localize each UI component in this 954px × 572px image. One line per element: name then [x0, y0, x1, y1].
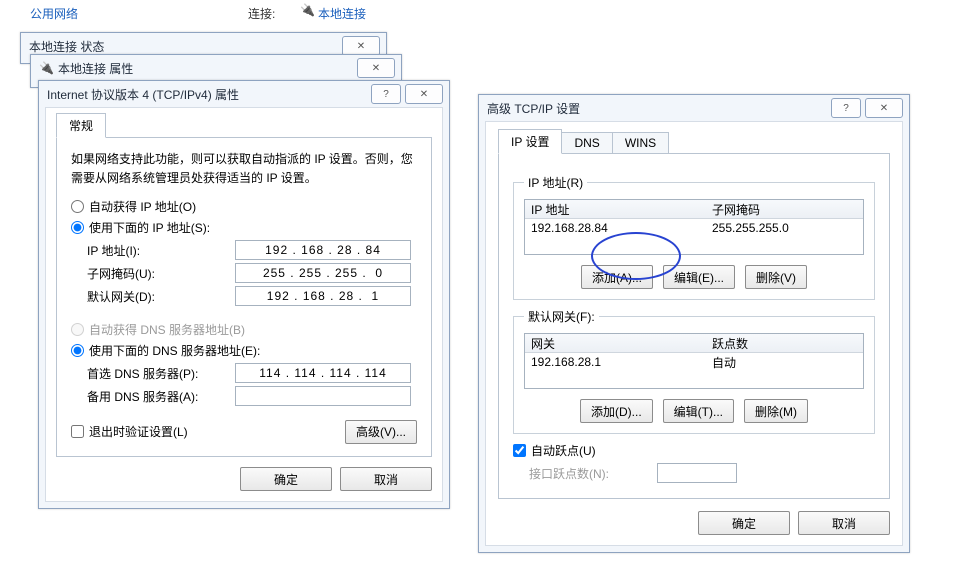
btn-cancel[interactable]: 取消	[340, 467, 432, 491]
win-status-title: 本地连接 状态	[29, 38, 104, 55]
ipv4-dialog: Internet 协议版本 4 (TCP/IPv4) 属性 ? ✕ 常规 如果网…	[38, 80, 450, 509]
table-row[interactable]: 192.168.28.1 自动	[525, 353, 863, 371]
cell-metric: 自动	[706, 354, 863, 371]
radio-auto-ip[interactable]	[71, 200, 84, 213]
dns1-input[interactable]	[235, 363, 411, 383]
col-metric: 跃点数	[706, 335, 863, 352]
radio-manual-dns[interactable]	[71, 344, 84, 357]
btn-advanced[interactable]: 高级(V)...	[345, 420, 417, 444]
help-icon[interactable]: ?	[371, 84, 401, 104]
tab-dns[interactable]: DNS	[561, 132, 612, 154]
chk-validate[interactable]	[71, 425, 84, 438]
help-icon[interactable]: ?	[831, 98, 861, 118]
ipv4-intro: 如果网络支持此功能，则可以获取自动指派的 IP 设置。否则，您需要从网络系统管理…	[71, 150, 417, 188]
btn-gw-delete[interactable]: 删除(M)	[744, 399, 808, 423]
close-icon[interactable]: ✕	[865, 98, 903, 118]
btn-gw-add[interactable]: 添加(D)...	[580, 399, 653, 423]
win-props-title: 本地连接 属性	[58, 60, 133, 77]
col-ip: IP 地址	[525, 201, 706, 218]
lbl-dns1: 首选 DNS 服务器(P):	[87, 365, 227, 382]
chk-auto-metric-label: 自动跃点(U)	[531, 442, 596, 459]
ip-table[interactable]: IP 地址 子网掩码 192.168.28.84 255.255.255.0	[524, 199, 864, 255]
col-gw: 网关	[525, 335, 706, 352]
col-mask: 子网掩码	[706, 201, 863, 218]
lbl-mask: 子网掩码(U):	[87, 265, 227, 282]
ipv4-title: Internet 协议版本 4 (TCP/IPv4) 属性	[47, 86, 239, 103]
group-gw-legend: 默认网关(F):	[524, 308, 599, 325]
radio-auto-ip-label: 自动获得 IP 地址(O)	[89, 198, 196, 215]
lbl-dns2: 备用 DNS 服务器(A):	[87, 388, 227, 405]
gateway-input[interactable]	[235, 286, 411, 306]
btn-ip-add[interactable]: 添加(A)...	[581, 265, 653, 289]
table-row[interactable]: 192.168.28.84 255.255.255.0	[525, 219, 863, 237]
lbl-gw: 默认网关(D):	[87, 288, 227, 305]
close-icon[interactable]: ✕	[357, 58, 395, 78]
btn-ip-delete[interactable]: 删除(V)	[745, 265, 807, 289]
btn-ok[interactable]: 确定	[698, 511, 790, 535]
lbl-ip: IP 地址(I):	[87, 242, 227, 259]
mask-input[interactable]	[235, 263, 411, 283]
btn-ok[interactable]: 确定	[240, 467, 332, 491]
radio-manual-ip[interactable]	[71, 221, 84, 234]
btn-gw-edit[interactable]: 编辑(T)...	[663, 399, 734, 423]
ip-input[interactable]	[235, 240, 411, 260]
cell-gw: 192.168.28.1	[525, 355, 706, 369]
advanced-dialog: 高级 TCP/IP 设置 ? ✕ IP 设置 DNS WINS IP 地址(R)…	[478, 94, 910, 553]
advanced-title: 高级 TCP/IP 设置	[487, 100, 580, 117]
plug-icon: 🔌	[300, 3, 315, 17]
radio-auto-dns	[71, 323, 84, 336]
btn-ip-edit[interactable]: 编辑(E)...	[663, 265, 735, 289]
plug-icon: 🔌	[39, 61, 54, 75]
dns2-input[interactable]	[235, 386, 411, 406]
gw-table[interactable]: 网关 跃点数 192.168.28.1 自动	[524, 333, 864, 389]
chk-validate-label: 退出时验证设置(L)	[89, 423, 188, 440]
cell-ip: 192.168.28.84	[525, 221, 706, 235]
public-network-label: 公用网络	[30, 5, 78, 22]
tab-ip-settings[interactable]: IP 设置	[498, 129, 562, 154]
conn-value[interactable]: 本地连接	[318, 5, 366, 22]
group-ip-legend: IP 地址(R)	[524, 174, 587, 191]
btn-cancel[interactable]: 取消	[798, 511, 890, 535]
close-icon[interactable]: ✕	[405, 84, 443, 104]
radio-manual-dns-label: 使用下面的 DNS 服务器地址(E):	[89, 342, 260, 359]
radio-auto-dns-label: 自动获得 DNS 服务器地址(B)	[89, 321, 245, 338]
radio-manual-ip-label: 使用下面的 IP 地址(S):	[89, 219, 210, 236]
if-metric-input	[657, 463, 737, 483]
group-ip: IP 地址(R) IP 地址 子网掩码 192.168.28.84 255.25…	[513, 174, 875, 300]
chk-auto-metric[interactable]	[513, 444, 526, 457]
tab-general[interactable]: 常规	[56, 113, 106, 138]
lbl-if-metric: 接口跃点数(N):	[529, 465, 649, 482]
cell-mask: 255.255.255.0	[706, 221, 863, 235]
close-icon[interactable]: ✕	[342, 36, 380, 56]
tab-wins[interactable]: WINS	[612, 132, 669, 154]
conn-label: 连接:	[248, 5, 275, 22]
group-gw: 默认网关(F): 网关 跃点数 192.168.28.1 自动 添加(D)...…	[513, 308, 875, 434]
